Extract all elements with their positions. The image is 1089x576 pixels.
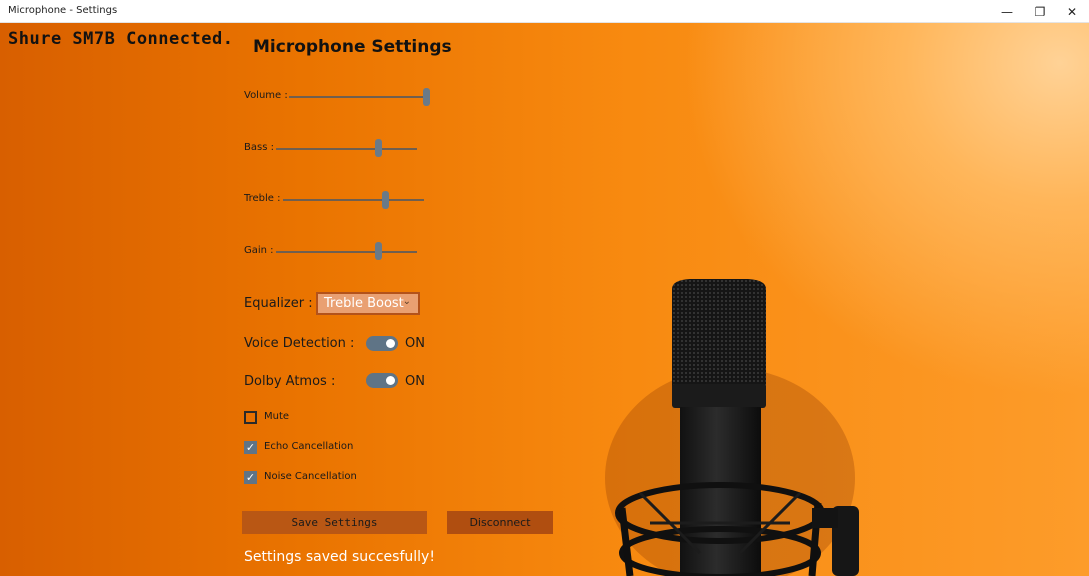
dolby-atmos-toggle[interactable] (366, 373, 398, 388)
equalizer-label: Equalizer : (244, 296, 313, 311)
slider-track (283, 199, 424, 201)
gain-label: Gain : (244, 245, 274, 256)
echo-cancellation-label: Echo Cancellation (264, 441, 354, 452)
settings-page: Shure SM7B Connected. Microphone Setting… (0, 23, 1089, 576)
treble-label: Treble : (244, 193, 281, 204)
minimize-icon[interactable]: — (990, 0, 1024, 23)
microphone-image (605, 279, 859, 576)
noise-cancellation-checkbox[interactable]: ✓ (244, 471, 257, 484)
slider-track (289, 96, 430, 98)
slider-thumb[interactable] (375, 242, 383, 260)
dolby-atmos-label: Dolby Atmos : (244, 374, 336, 389)
slider-thumb[interactable] (423, 88, 430, 106)
restore-icon[interactable]: ❐ (1023, 0, 1057, 23)
checkmark-icon: ✓ (245, 471, 256, 484)
slider-thumb[interactable] (382, 191, 390, 209)
disconnect-button[interactable]: Disconnect (447, 511, 553, 534)
close-icon[interactable]: ✕ (1055, 0, 1089, 23)
page-title: Microphone Settings (253, 37, 452, 57)
equalizer-value: Treble Boost (324, 296, 404, 311)
volume-label: Volume : (244, 90, 288, 101)
toggle-knob (386, 339, 395, 348)
mute-checkbox[interactable] (244, 411, 257, 424)
mute-label: Mute (264, 411, 290, 422)
connection-status: Shure SM7B Connected. (8, 29, 234, 49)
status-message: Settings saved succesfully! (244, 549, 435, 565)
echo-cancellation-checkbox[interactable]: ✓ (244, 441, 257, 454)
save-settings-button[interactable]: Save Settings (242, 511, 427, 534)
noise-cancellation-label: Noise Cancellation (264, 471, 357, 482)
dolby-atmos-state: ON (405, 374, 425, 389)
slider-thumb[interactable] (375, 139, 383, 157)
voice-detection-toggle[interactable] (366, 336, 398, 351)
chevron-down-icon: ⌄ (402, 296, 411, 307)
voice-detection-state: ON (405, 336, 425, 351)
window-title: Microphone - Settings (8, 5, 118, 16)
checkmark-icon: ✓ (245, 441, 256, 454)
equalizer-dropdown[interactable]: Treble Boost ⌄ (316, 292, 420, 315)
bass-label: Bass : (244, 142, 274, 153)
slider-track (276, 251, 417, 253)
slider-track (276, 148, 417, 150)
title-bar: Microphone - Settings — ❐ ✕ (0, 0, 1089, 23)
voice-detection-label: Voice Detection : (244, 336, 355, 351)
toggle-knob (386, 376, 395, 385)
